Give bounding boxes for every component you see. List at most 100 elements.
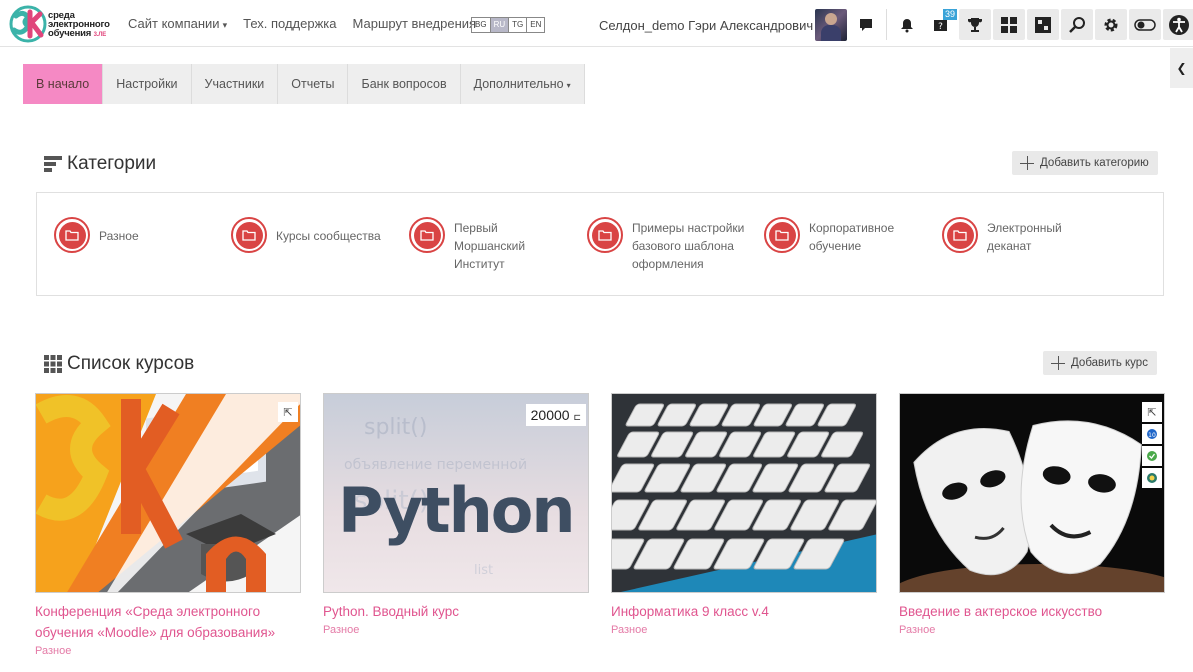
blocks-icon[interactable]	[1027, 9, 1059, 40]
folder-icon	[54, 217, 90, 253]
menu-roadmap[interactable]: Маршрут внедрения	[353, 16, 477, 31]
divider	[886, 9, 887, 40]
price-tag-icon: ⊏	[573, 412, 581, 422]
tab-question-bank[interactable]: Банк вопросов	[348, 64, 461, 104]
course-card[interactable]: ⇱ 10 Введение в актерское искусство Разн…	[899, 393, 1165, 636]
logo-sub: 3.ЛЕ	[93, 32, 107, 38]
folder-icon	[231, 217, 267, 253]
courses-title: Список курсов	[67, 353, 195, 374]
svg-text:объявление переменной: объявление переменной	[344, 457, 527, 473]
add-course-button[interactable]: Добавить курс	[1043, 351, 1157, 375]
tab-reports[interactable]: Отчеты	[278, 64, 349, 104]
logo-text: среда электронного обучения 3.ЛЕ	[48, 11, 110, 40]
accessibility-icon[interactable]	[1163, 9, 1193, 40]
add-category-button[interactable]: Добавить категорию	[1012, 151, 1158, 175]
logo-mark-icon	[9, 5, 47, 43]
moodle-icon[interactable]: 10	[1142, 424, 1162, 444]
avatar[interactable]	[815, 9, 847, 41]
chevron-left-icon: ❮	[1176, 61, 1187, 75]
course-card[interactable]: Информатика 9 класс v.4 Разное	[611, 393, 877, 636]
course-card[interactable]: ⇱ Конференция «Среда электронного обучен…	[35, 393, 301, 657]
category-item[interactable]: Электронный деканат	[942, 217, 1112, 255]
category-label: Электронный деканат	[987, 221, 1062, 253]
bell-icon[interactable]	[891, 9, 923, 40]
tab-settings[interactable]: Настройки	[103, 64, 192, 104]
category-label: Корпоративное обучение	[809, 221, 895, 253]
user-name[interactable]: Селдон_demo Гэри Александрович	[599, 18, 813, 33]
check-badge-icon[interactable]	[1142, 446, 1162, 466]
menu-support-label: Тех. поддержка	[243, 16, 337, 31]
category-item[interactable]: Курсы сообщества	[231, 217, 401, 253]
nav-icons: ? 39	[850, 9, 1193, 40]
toggle-icon[interactable]	[1129, 9, 1161, 40]
tab-home[interactable]: В начало	[23, 64, 104, 104]
lang-en[interactable]: EN	[527, 18, 544, 32]
course-image[interactable]: ⇱	[35, 393, 301, 593]
chat-icon[interactable]	[850, 9, 882, 40]
course-image[interactable]	[611, 393, 877, 593]
trophy-icon[interactable]	[959, 9, 991, 40]
tab-participants[interactable]: Участники	[191, 64, 279, 104]
course-title[interactable]: Введение в актерское искусство	[899, 601, 1165, 622]
course-cover-masks	[900, 394, 1164, 592]
search-icon[interactable]	[1061, 9, 1093, 40]
course-cover-keyboard	[612, 394, 876, 592]
category-item[interactable]: Первый Моршанский Институт	[409, 217, 539, 273]
folder-icon	[587, 217, 623, 253]
course-title[interactable]: Информатика 9 класс v.4	[611, 601, 877, 622]
category-label: Первый Моршанский Институт	[454, 221, 526, 271]
tab-more[interactable]: Дополнительно ▾	[460, 64, 585, 104]
categories-icon	[44, 156, 62, 172]
course-title[interactable]: Python. Вводный курс	[323, 601, 589, 622]
chevron-down-icon: ▾	[222, 20, 228, 30]
main-menu: Сайт компании ▾ Тех. поддержка Маршрут вн…	[128, 16, 492, 31]
site-logo[interactable]: среда электронного обучения 3.ЛЕ	[8, 4, 118, 44]
help-badge: 39	[942, 9, 957, 20]
certificate-icon[interactable]	[1142, 468, 1162, 488]
lang-bg[interactable]: BG	[472, 18, 491, 32]
drawer-toggle[interactable]: ❮	[1170, 48, 1193, 88]
logo-line-3: обучения	[48, 28, 92, 39]
course-image[interactable]: ⇱ 10	[899, 393, 1165, 593]
add-category-label: Добавить категорию	[1040, 157, 1149, 169]
menu-support[interactable]: Тех. поддержка	[243, 16, 336, 31]
language-switcher: BG RU TG EN	[471, 17, 546, 33]
course-card[interactable]: split() объявление переменной split() li…	[323, 393, 589, 636]
gear-icon[interactable]	[1095, 9, 1127, 40]
category-label: Курсы сообщества	[276, 229, 381, 243]
category-label: Разное	[99, 229, 139, 243]
course-category[interactable]: Разное	[611, 624, 877, 636]
category-item[interactable]: Примеры настройки базового шаблона оформ…	[587, 217, 757, 273]
category-list: Разное Курсы сообщества Первый Моршански…	[36, 192, 1164, 296]
course-thumb-text: Python	[338, 474, 576, 547]
menu-company-site-label: Сайт компании	[128, 16, 220, 31]
course-image[interactable]: split() объявление переменной split() li…	[323, 393, 589, 593]
course-title[interactable]: Конференция «Среда электронного обучения…	[35, 601, 301, 643]
price-value: 20000	[530, 407, 570, 423]
course-category[interactable]: Разное	[323, 624, 589, 636]
course-cover-conference	[36, 394, 300, 592]
categories-heading: Категории	[44, 153, 156, 175]
menu-roadmap-label: Маршрут внедрения	[352, 16, 477, 31]
folder-icon	[942, 217, 978, 253]
lang-ru[interactable]: RU	[490, 18, 510, 32]
top-navbar: среда электронного обучения 3.ЛЕ Сайт ко…	[0, 0, 1193, 47]
category-item[interactable]: Разное	[54, 217, 224, 253]
add-course-label: Добавить курс	[1071, 357, 1148, 369]
tab-more-label: Дополнительно	[473, 77, 564, 91]
course-price: 20000 ⊏	[525, 404, 586, 426]
menu-company-site[interactable]: Сайт компании ▾	[128, 16, 227, 31]
svg-text:10: 10	[1148, 432, 1156, 439]
external-link-icon[interactable]: ⇱	[1142, 402, 1162, 422]
dashboard-icon[interactable]	[993, 9, 1025, 40]
course-category[interactable]: Разное	[35, 645, 301, 657]
course-category[interactable]: Разное	[899, 624, 1165, 636]
category-item[interactable]: Корпоративное обучение	[764, 217, 934, 255]
course-tabs: В начало Настройки Участники Отчеты Банк…	[23, 64, 585, 104]
help-icon[interactable]: ? 39	[925, 9, 957, 40]
lang-tg[interactable]: TG	[509, 18, 528, 32]
categories-title: Категории	[67, 153, 157, 174]
plus-icon	[1020, 155, 1036, 171]
external-link-icon[interactable]: ⇱	[278, 402, 298, 422]
grid-icon	[44, 355, 62, 373]
